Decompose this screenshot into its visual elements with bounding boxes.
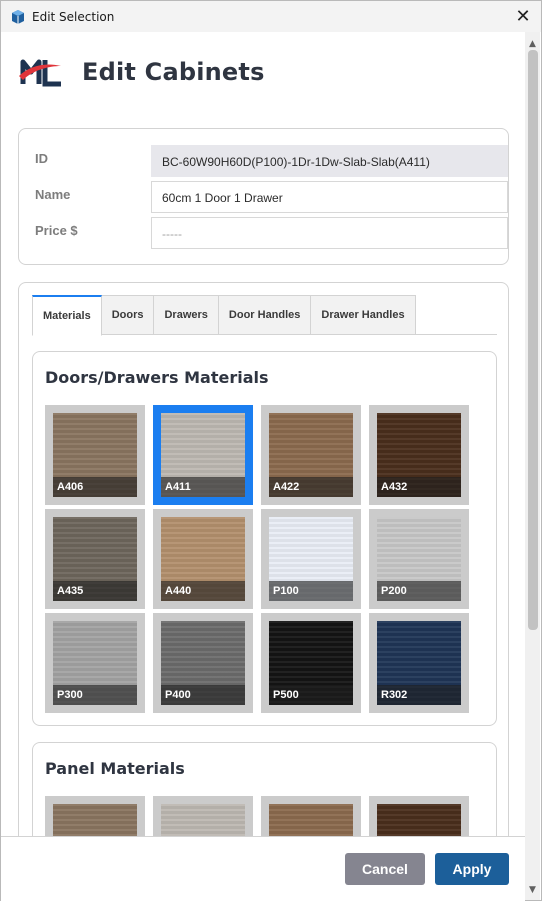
material-swatch[interactable]: A432 bbox=[369, 405, 469, 505]
scroll-up-icon[interactable]: ▲ bbox=[525, 36, 540, 51]
close-icon[interactable]: ✕ bbox=[513, 6, 533, 27]
cabinet-info-card: ID BC-60W90H60D(P100)-1Dr-1Dw-Slab-Slab(… bbox=[18, 128, 509, 265]
id-field: BC-60W90H60D(P100)-1Dr-1Dw-Slab-Slab(A41… bbox=[151, 145, 508, 177]
tab-door-handles[interactable]: Door Handles bbox=[218, 295, 312, 335]
brand-logo bbox=[19, 59, 61, 87]
panel-materials-section: Panel Materials A406A411A422A432 bbox=[32, 742, 497, 836]
material-code-label: P200 bbox=[377, 581, 461, 601]
material-texture bbox=[269, 804, 353, 836]
material-code-label: P400 bbox=[161, 685, 245, 705]
material-swatch[interactable]: P200 bbox=[369, 509, 469, 609]
material-swatch[interactable]: P100 bbox=[261, 509, 361, 609]
name-label: Name bbox=[35, 187, 71, 202]
price-label: Price $ bbox=[35, 223, 78, 238]
material-swatch[interactable]: A406 bbox=[45, 405, 145, 505]
cancel-button[interactable]: Cancel bbox=[345, 853, 425, 885]
doors-drawers-materials-section: Doors/Drawers Materials A406 A411 A422 A432… bbox=[32, 351, 497, 726]
material-swatch[interactable]: A411 bbox=[153, 796, 253, 836]
price-row: Price $ ----- bbox=[35, 217, 508, 249]
material-code-label: P100 bbox=[269, 581, 353, 601]
material-code-label: A411 bbox=[161, 477, 245, 497]
name-row: Name 60cm 1 Door 1 Drawer bbox=[35, 181, 508, 213]
apply-button[interactable]: Apply bbox=[435, 853, 509, 885]
material-swatch[interactable]: A432 bbox=[369, 796, 469, 836]
material-code-label: A440 bbox=[161, 581, 245, 601]
section-title: Doors/Drawers Materials bbox=[45, 368, 269, 387]
edit-selection-window: Edit Selection ✕ Edit Cabinets ID BC-60W… bbox=[0, 0, 542, 901]
page-title: Edit Cabinets bbox=[82, 58, 265, 86]
id-label: ID bbox=[35, 151, 48, 166]
material-swatch[interactable]: P300 bbox=[45, 613, 145, 713]
material-code-label: A435 bbox=[53, 581, 137, 601]
material-grid: A406A411A422A432 bbox=[45, 796, 469, 836]
material-code-label: R302 bbox=[377, 685, 461, 705]
material-swatch[interactable]: P400 bbox=[153, 613, 253, 713]
title-bar: Edit Selection ✕ bbox=[1, 1, 541, 32]
tab-materials[interactable]: Materials bbox=[32, 295, 102, 336]
tab-bar: Materials Doors Drawers Door Handles Dra… bbox=[32, 295, 497, 336]
material-swatch[interactable]: A411 bbox=[153, 405, 253, 505]
section-title: Panel Materials bbox=[45, 759, 185, 778]
material-grid: A406 A411 A422 A432 A435 A440 P100 P200 P300 P400… bbox=[45, 405, 469, 713]
id-row: ID BC-60W90H60D(P100)-1Dr-1Dw-Slab-Slab(… bbox=[35, 145, 508, 177]
material-swatch[interactable]: R302 bbox=[369, 613, 469, 713]
app-icon bbox=[12, 9, 24, 24]
material-swatch[interactable]: A440 bbox=[153, 509, 253, 609]
tab-doors[interactable]: Doors bbox=[101, 295, 155, 335]
options-card: Materials Doors Drawers Door Handles Dra… bbox=[18, 282, 509, 836]
tab-drawer-handles[interactable]: Drawer Handles bbox=[311, 295, 416, 335]
window-title: Edit Selection bbox=[32, 9, 115, 24]
vertical-scrollbar[interactable]: ▲ ▼ bbox=[525, 32, 540, 900]
material-code-label: P300 bbox=[53, 685, 137, 705]
dialog-footer: Cancel Apply bbox=[1, 836, 525, 901]
material-swatch[interactable]: A422 bbox=[261, 405, 361, 505]
scroll-down-icon[interactable]: ▼ bbox=[525, 882, 540, 897]
name-field[interactable]: 60cm 1 Door 1 Drawer bbox=[151, 181, 508, 213]
material-texture bbox=[377, 804, 461, 836]
material-code-label: A432 bbox=[377, 477, 461, 497]
dialog-content: Edit Cabinets ID BC-60W90H60D(P100)-1Dr-… bbox=[1, 32, 525, 836]
material-swatch[interactable]: P500 bbox=[261, 613, 361, 713]
material-swatch[interactable]: A406 bbox=[45, 796, 145, 836]
material-swatch[interactable]: A422 bbox=[261, 796, 361, 836]
scrollbar-thumb[interactable] bbox=[528, 50, 538, 630]
material-code-label: A406 bbox=[53, 477, 137, 497]
material-code-label: A422 bbox=[269, 477, 353, 497]
material-swatch[interactable]: A435 bbox=[45, 509, 145, 609]
material-texture bbox=[53, 804, 137, 836]
price-field[interactable]: ----- bbox=[151, 217, 508, 249]
page-header: Edit Cabinets bbox=[19, 56, 265, 88]
material-texture bbox=[161, 804, 245, 836]
material-code-label: P500 bbox=[269, 685, 353, 705]
tab-drawers[interactable]: Drawers bbox=[154, 295, 219, 335]
